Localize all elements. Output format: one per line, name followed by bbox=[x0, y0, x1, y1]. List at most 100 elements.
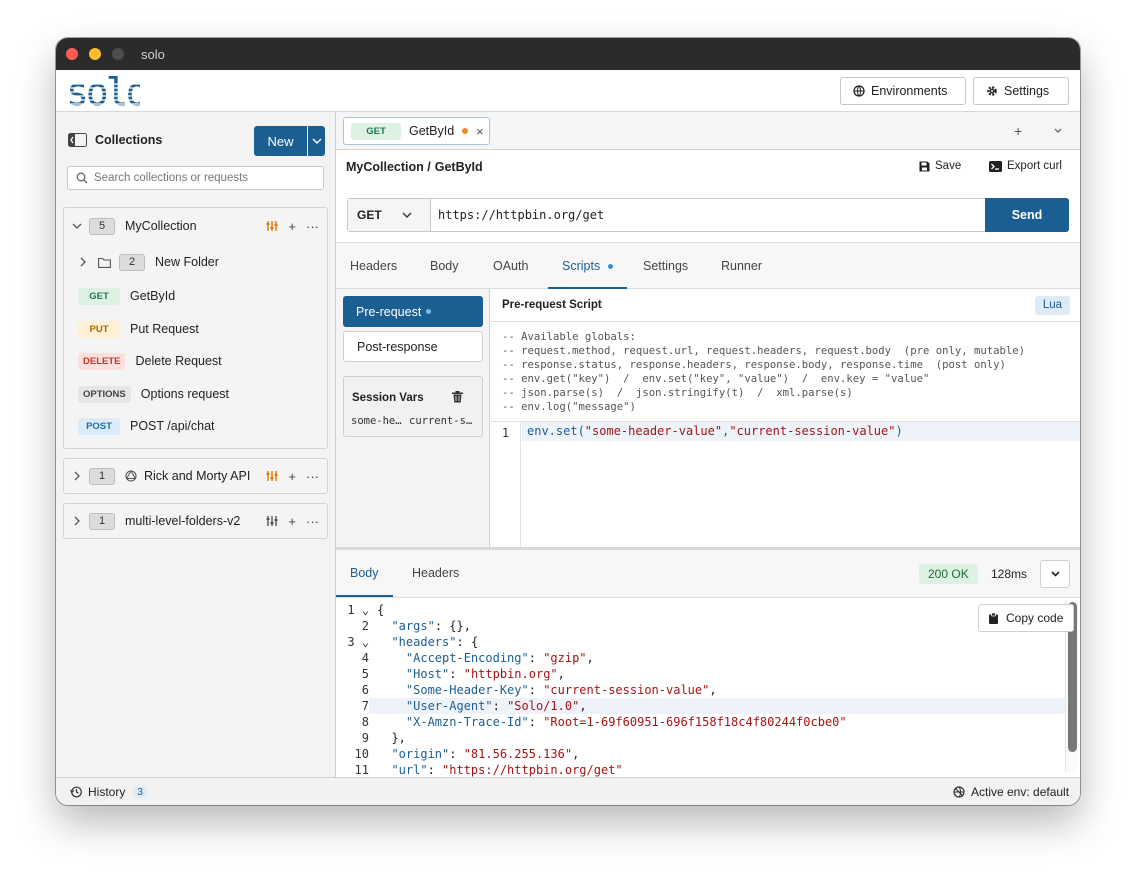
collection-card: 1 multi-level-folders-v2 + ··· bbox=[63, 503, 328, 539]
add-tab-icon[interactable]: + bbox=[1014, 123, 1022, 139]
tab-scripts[interactable]: Scripts bbox=[548, 243, 627, 289]
globals-line: -- env.get("key") / env.set("key", "valu… bbox=[502, 373, 930, 385]
line-number: 3 ⌄ bbox=[347, 635, 369, 649]
more-options-icon[interactable]: ··· bbox=[306, 469, 319, 484]
more-options-icon[interactable]: ··· bbox=[306, 219, 319, 234]
collection-row[interactable]: 5 MyCollection + ··· bbox=[64, 208, 327, 244]
list-item-request[interactable]: OPTIONS Options request bbox=[78, 383, 229, 405]
zoom-window-button[interactable] bbox=[112, 48, 124, 60]
environment-sliders-icon[interactable] bbox=[266, 470, 278, 482]
response-body-viewer[interactable]: 1 ⌄ 2 3 ⌄ 4 5 6 7 8 9 10 11 { "args": {}, … bbox=[336, 598, 1080, 777]
list-item-request[interactable]: DELETE Delete Request bbox=[78, 350, 222, 372]
tab-scripts-label: Scripts bbox=[562, 259, 601, 273]
close-window-button[interactable] bbox=[66, 48, 78, 60]
request-tab[interactable]: GET GetById × bbox=[343, 117, 490, 145]
send-button[interactable]: Send bbox=[985, 198, 1069, 232]
export-curl-label: Export curl bbox=[1007, 160, 1062, 172]
add-request-icon[interactable]: + bbox=[288, 469, 296, 484]
graphql-icon bbox=[125, 470, 137, 482]
add-request-icon[interactable]: + bbox=[288, 219, 296, 234]
response-panel: Body Headers 200 OK 128ms 1 ⌄ 2 3 ⌄ 4 5 6 … bbox=[336, 547, 1080, 777]
script-header: Pre-request Script Lua bbox=[491, 289, 1080, 322]
globals-line: -- request.method, request.url, request.… bbox=[502, 345, 1025, 357]
environment-sliders-icon[interactable] bbox=[266, 515, 278, 527]
code-line[interactable]: env.set("some-header-value","current-ses… bbox=[522, 422, 1080, 441]
url-input[interactable] bbox=[438, 208, 978, 222]
method-badge-get: GET bbox=[78, 287, 120, 305]
tab-request-name: GetById bbox=[409, 124, 455, 138]
save-button[interactable]: Save bbox=[919, 160, 961, 172]
breadcrumb: MyCollection / GetById bbox=[346, 160, 483, 174]
code-line: "Host": "httpbin.org", bbox=[405, 667, 565, 681]
new-dropdown-button[interactable] bbox=[308, 126, 325, 156]
active-env-label: Active env: default bbox=[971, 785, 1070, 799]
close-tab-icon[interactable]: × bbox=[476, 124, 484, 139]
folder-row[interactable]: 2 New Folder bbox=[64, 244, 327, 280]
status-badge: 200 OK bbox=[919, 564, 978, 584]
script-code-editor[interactable]: 1 env.set("some-header-value","current-s… bbox=[491, 421, 1080, 548]
response-time: 128ms bbox=[991, 567, 1028, 581]
minimize-window-button[interactable] bbox=[89, 48, 101, 60]
line-number: 1 ⌄ bbox=[347, 603, 369, 617]
solo-logo: solo bbox=[66, 73, 140, 111]
pre-request-label: Pre-request bbox=[356, 304, 422, 319]
sidebar-toggle-icon[interactable] bbox=[68, 133, 87, 147]
script-phase-list: Pre-request Post-response Session Vars s… bbox=[336, 289, 490, 547]
chevron-right-icon[interactable] bbox=[72, 471, 82, 481]
session-vars-title: Session Vars bbox=[352, 392, 424, 404]
add-request-icon[interactable]: + bbox=[288, 514, 296, 529]
history-button[interactable]: History 3 bbox=[70, 785, 147, 799]
tab-response-headers[interactable]: Headers bbox=[398, 550, 473, 597]
method-badge-put: PUT bbox=[78, 320, 120, 338]
export-curl-button[interactable]: Export curl bbox=[989, 160, 1062, 172]
post-response-button[interactable]: Post-response bbox=[343, 331, 483, 362]
chevron-down-icon[interactable] bbox=[72, 221, 82, 231]
session-var-value: current-s… bbox=[409, 415, 473, 427]
line-number: 11 bbox=[354, 763, 369, 777]
environment-sliders-icon[interactable] bbox=[266, 220, 278, 232]
settings-button[interactable]: Settings bbox=[973, 77, 1069, 105]
language-badge: Lua bbox=[1034, 296, 1070, 315]
code-line: { bbox=[377, 603, 385, 617]
collection-name: Rick and Morty API bbox=[144, 469, 251, 483]
collection-actions: + ··· bbox=[266, 219, 319, 234]
request-name: GetById bbox=[130, 289, 176, 303]
list-item-request[interactable]: GET GetById bbox=[78, 285, 175, 307]
more-options-icon[interactable]: ··· bbox=[306, 514, 319, 529]
tab-method-badge: GET bbox=[351, 122, 401, 140]
collection-row[interactable]: 1 Rick and Morty API + ··· bbox=[64, 459, 327, 493]
list-item-request[interactable]: PUT Put Request bbox=[78, 318, 199, 340]
tab-headers[interactable]: Headers bbox=[336, 243, 411, 289]
chevron-right-icon[interactable] bbox=[72, 516, 82, 526]
request-subtabs: Headers Body OAuth Scripts Settings Runn… bbox=[336, 242, 1080, 289]
active-env-indicator[interactable]: Active env: default bbox=[953, 785, 1069, 799]
response-code: { "args": {}, "headers": { "Accept-Encod… bbox=[369, 602, 1069, 777]
collection-row[interactable]: 1 multi-level-folders-v2 + ··· bbox=[64, 504, 327, 538]
folder-icon bbox=[98, 257, 111, 268]
copy-code-button[interactable]: Copy code bbox=[978, 604, 1075, 632]
method-select[interactable]: GET bbox=[348, 199, 431, 231]
code-string: "some-header-value" bbox=[584, 424, 723, 438]
line-number: 9 bbox=[361, 731, 369, 745]
response-collapse-button[interactable] bbox=[1040, 560, 1070, 588]
pre-request-button[interactable]: Pre-request bbox=[343, 296, 483, 327]
chevron-right-icon[interactable] bbox=[78, 257, 88, 267]
tab-settings[interactable]: Settings bbox=[629, 243, 702, 289]
list-item-request[interactable]: POST POST /api/chat bbox=[78, 415, 215, 437]
new-button[interactable]: New bbox=[254, 126, 307, 156]
tab-body[interactable]: Body bbox=[416, 243, 473, 289]
code-fn: env.set( bbox=[527, 424, 585, 438]
collection-count-badge: 5 bbox=[89, 217, 115, 235]
folder-name: New Folder bbox=[155, 255, 219, 269]
tab-runner[interactable]: Runner bbox=[707, 243, 776, 289]
line-number: 1 bbox=[491, 422, 521, 548]
tab-oauth[interactable]: OAuth bbox=[479, 243, 542, 289]
url-bar: GET Send bbox=[347, 198, 1069, 232]
code-line: "User-Agent": "Solo/1.0", bbox=[369, 698, 1069, 714]
search-input[interactable] bbox=[94, 172, 314, 184]
breadcrumb-collection[interactable]: MyCollection / bbox=[346, 160, 431, 174]
chevron-down-icon[interactable] bbox=[1054, 128, 1062, 134]
trash-icon[interactable] bbox=[452, 391, 463, 403]
tab-response-body[interactable]: Body bbox=[336, 550, 393, 597]
environments-button[interactable]: Environments bbox=[840, 77, 966, 105]
